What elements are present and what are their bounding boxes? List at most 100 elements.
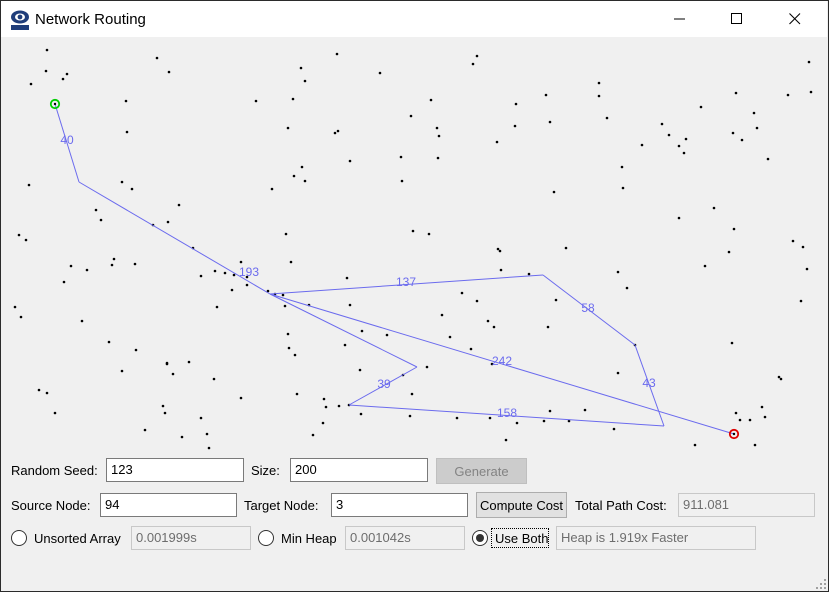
minimize-button[interactable] [657, 2, 703, 36]
graph-node [199, 274, 203, 278]
graph-node [427, 232, 431, 236]
graph-node [471, 62, 475, 66]
graph-node [703, 264, 707, 268]
graph-node [289, 260, 293, 264]
graph-node [515, 421, 519, 425]
graph-node [496, 247, 500, 251]
graph-node [809, 90, 813, 94]
graph-node [693, 443, 697, 447]
graph-node [455, 416, 459, 420]
graph-node [286, 126, 290, 130]
graph-node [399, 155, 403, 159]
graph-node [564, 246, 568, 250]
min-heap-label[interactable]: Min Heap [281, 531, 337, 546]
graph-node [409, 114, 413, 118]
minimize-icon [674, 18, 685, 20]
graph-node [358, 368, 362, 372]
graph-node [171, 372, 175, 376]
close-button[interactable] [772, 2, 818, 36]
size-label: Size: [251, 463, 280, 478]
graph-node [425, 365, 429, 369]
graph-node [155, 56, 159, 60]
graph-node [161, 404, 165, 408]
graph-node [684, 137, 688, 141]
graph-node [205, 432, 209, 436]
unsorted-array-label[interactable]: Unsorted Array [34, 531, 121, 546]
graph-node [134, 348, 138, 352]
graph-node [597, 94, 601, 98]
graph-node [295, 392, 299, 396]
graph-node [94, 208, 98, 212]
graph-node [766, 157, 770, 161]
graph-node [345, 276, 349, 280]
min-heap-radio[interactable] [258, 530, 274, 546]
graph-node [620, 165, 624, 169]
graph-node [107, 340, 111, 344]
graph-node [805, 267, 809, 271]
compute-cost-button[interactable]: Compute Cost [476, 492, 567, 518]
graph-node [682, 151, 686, 155]
graph-node [120, 369, 124, 373]
graph-node [291, 97, 295, 101]
graph-node [125, 130, 129, 134]
graph-node [616, 270, 620, 274]
maximize-button[interactable] [714, 2, 760, 36]
graph-node [727, 250, 731, 254]
graph-node [492, 325, 496, 329]
edge-cost-label: 193 [239, 265, 259, 279]
resize-grip-icon[interactable] [816, 579, 826, 589]
graph-node [732, 227, 736, 231]
graph-node [300, 165, 304, 169]
graph-node [348, 303, 352, 307]
graph-node [343, 343, 347, 347]
source-node-input[interactable]: 94 [100, 493, 237, 517]
graph-node [548, 120, 552, 124]
graph-node [667, 133, 671, 137]
graph-node [245, 283, 249, 287]
graph-node [213, 269, 217, 273]
graph-node [552, 190, 556, 194]
title-bar[interactable]: Network Routing [1, 1, 827, 37]
graph-node [408, 414, 412, 418]
graph-canvas[interactable]: 40 193 137 58 242 39 43 158 [1, 37, 827, 452]
graph-node [760, 405, 764, 409]
graph-node [65, 72, 69, 76]
source-node-marker [49, 98, 61, 110]
graph-node [85, 268, 89, 272]
graph-node [597, 81, 601, 85]
graph-node [286, 332, 290, 336]
target-node-input[interactable]: 3 [331, 493, 468, 517]
graph-node [660, 122, 664, 126]
graph-node [616, 371, 620, 375]
graph-node [303, 179, 307, 183]
graph-node [779, 377, 783, 381]
graph-node [753, 443, 757, 447]
network-graph: 40 193 137 58 242 39 43 158 [13, 48, 813, 450]
generate-button[interactable]: Generate [436, 458, 527, 484]
graph-node [411, 229, 415, 233]
graph-node [37, 388, 41, 392]
graph-node [333, 131, 337, 135]
unsorted-array-radio[interactable] [11, 530, 27, 546]
size-input[interactable]: 200 [290, 458, 428, 482]
graph-node [293, 353, 297, 357]
graph-node [359, 412, 363, 416]
use-both-radio[interactable] [472, 530, 488, 546]
graph-node [486, 319, 490, 323]
graph-node [180, 435, 184, 439]
total-path-cost-field: 911.081 [678, 493, 815, 517]
graph-node [239, 396, 243, 400]
graph-node [45, 48, 49, 52]
random-seed-input[interactable]: 123 [106, 458, 244, 482]
graph-node [335, 52, 339, 56]
graph-node [605, 116, 609, 120]
graph-node [322, 397, 326, 401]
use-both-label[interactable]: Use Both [495, 531, 548, 546]
graph-node [166, 220, 170, 224]
graph-node [130, 187, 134, 191]
graph-node [440, 313, 444, 317]
graph-node [281, 293, 285, 297]
graph-node [215, 305, 219, 309]
comparison-result-field: Heap is 1.919x Faster [556, 526, 756, 550]
target-node-label: Target Node: [244, 498, 319, 513]
